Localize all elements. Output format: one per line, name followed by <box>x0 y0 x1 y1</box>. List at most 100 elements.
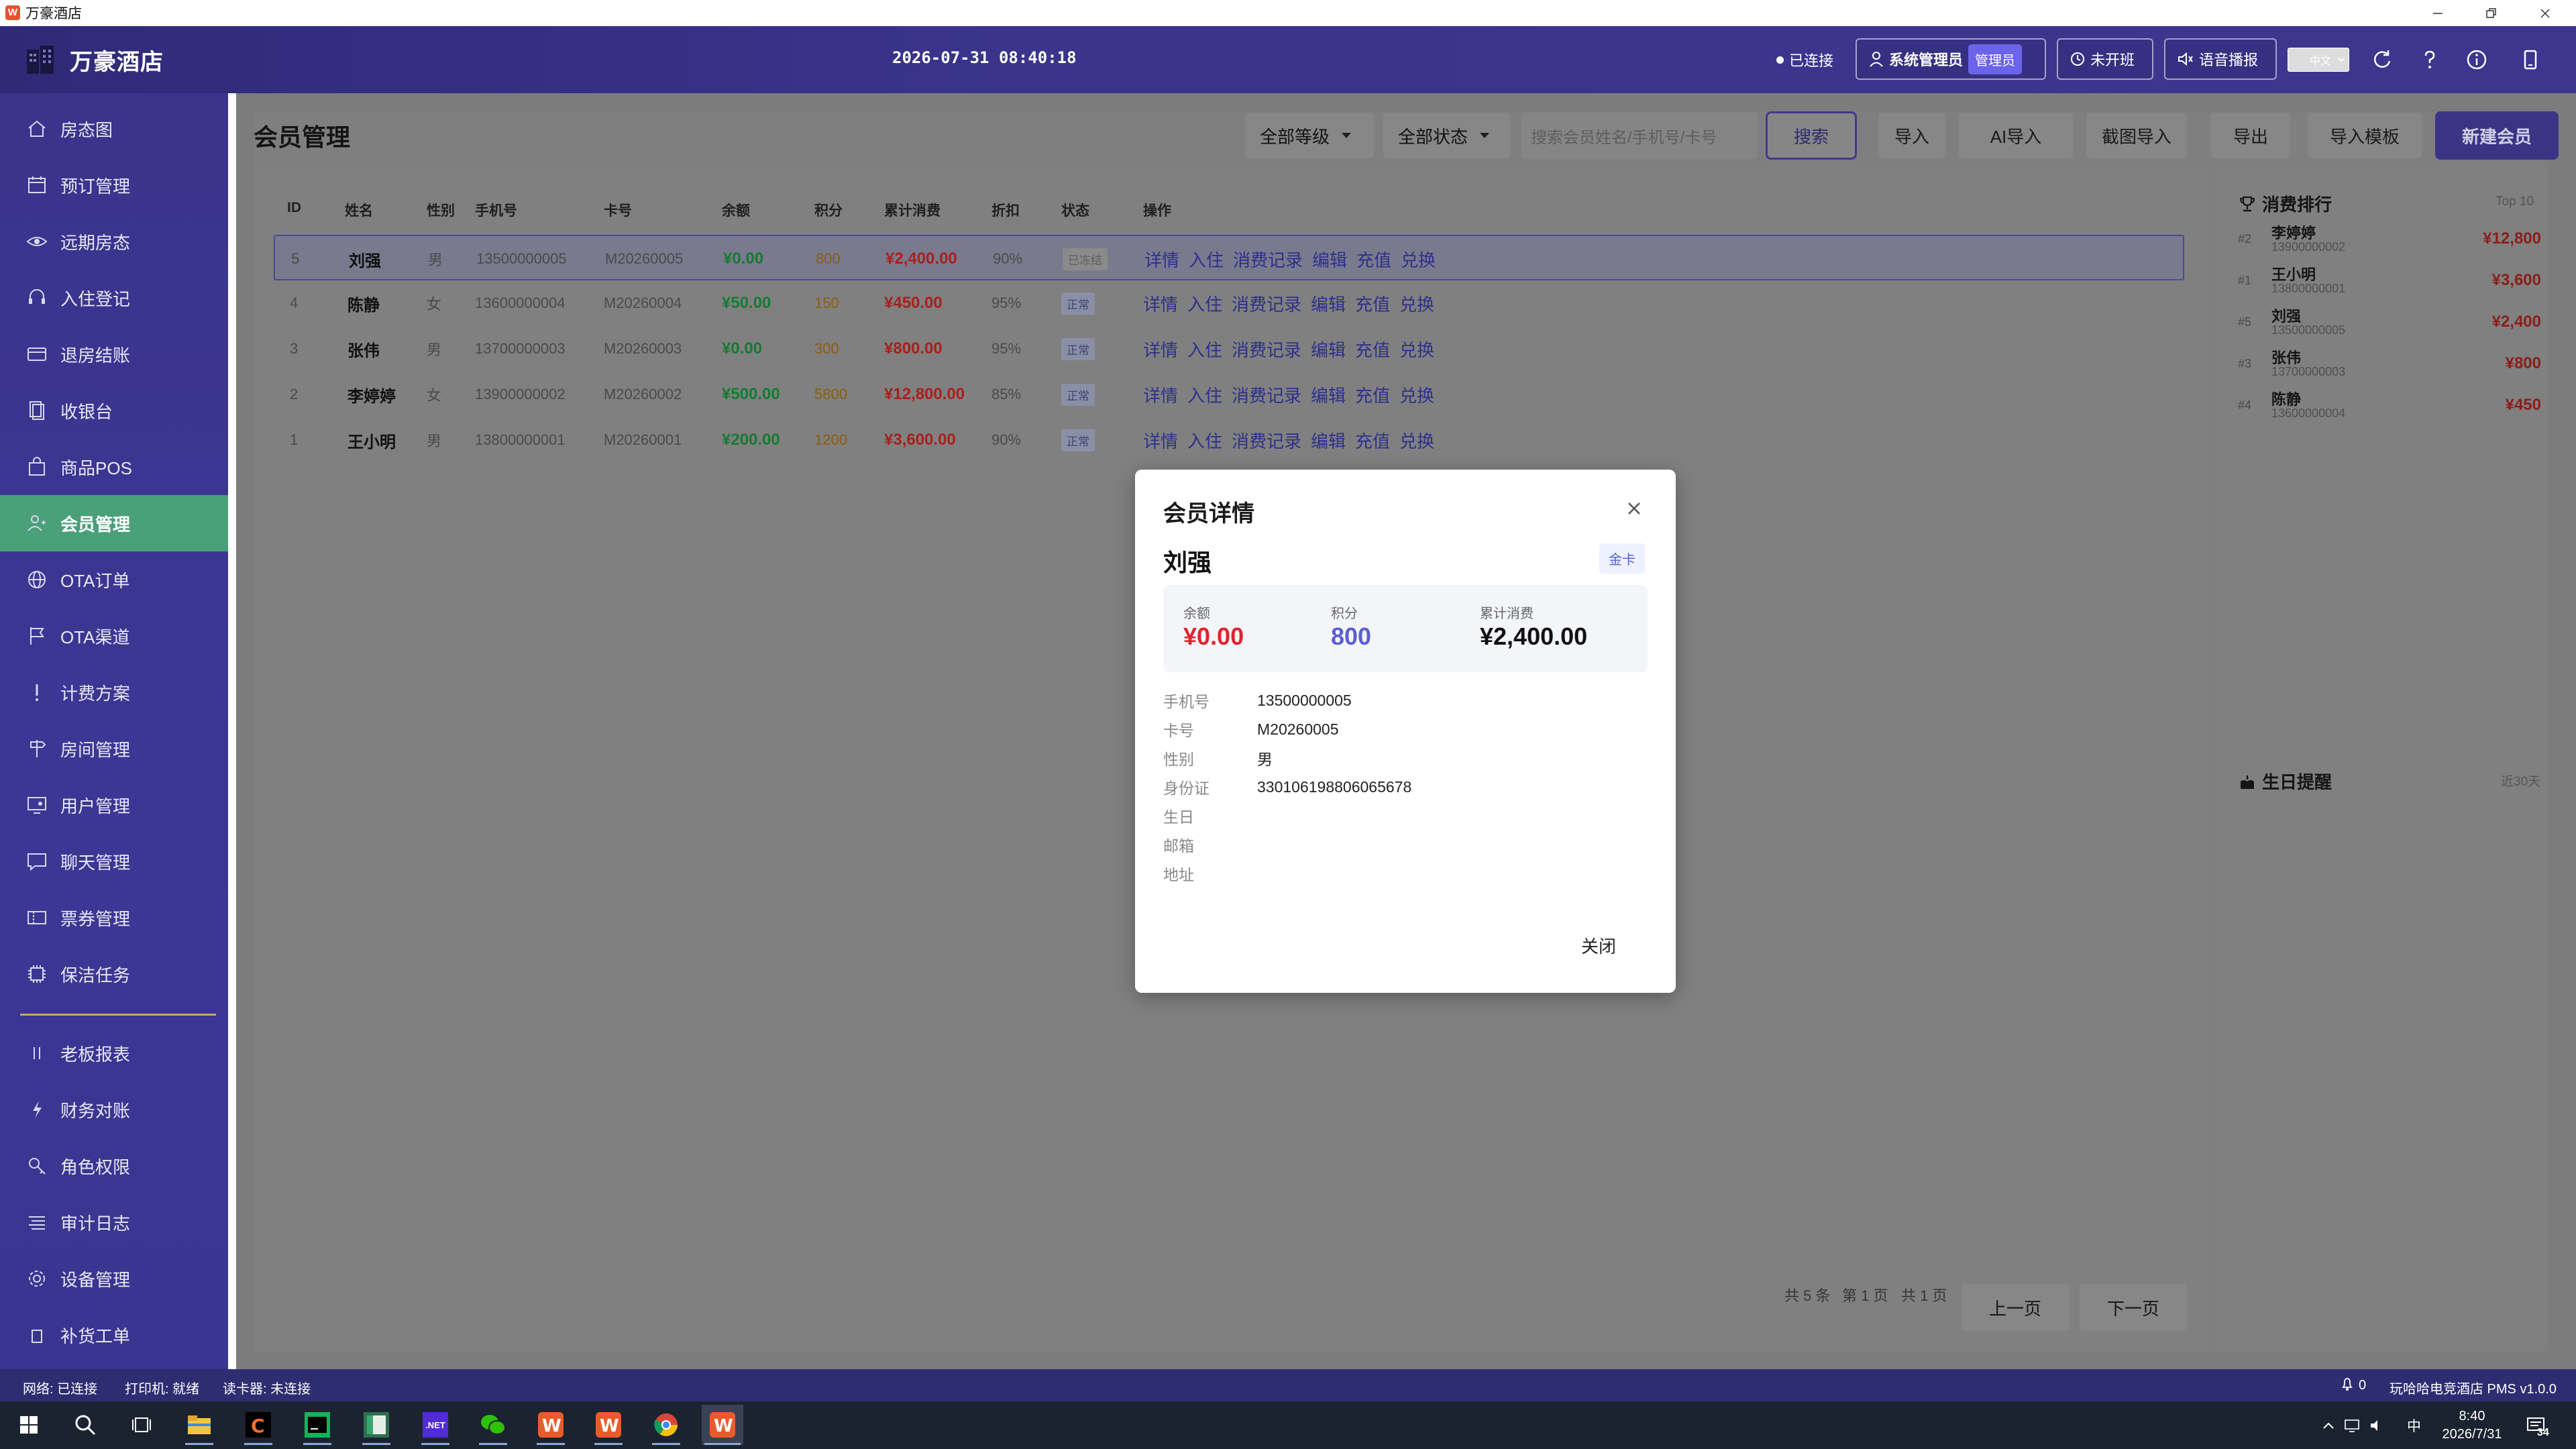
row-action-link[interactable]: 编辑 <box>1311 337 1346 362</box>
row-action-link[interactable]: 消费记录 <box>1232 291 1301 316</box>
help-icon[interactable] <box>2418 48 2442 72</box>
ai-import-button[interactable]: AI导入 <box>1959 113 2073 158</box>
sidebar-item-12[interactable]: 用户管理 <box>0 777 228 833</box>
sidebar-item-15[interactable]: 保洁任务 <box>0 946 228 1002</box>
row-action-link[interactable]: 消费记录 <box>1232 428 1301 453</box>
sidebar-item-2[interactable]: 远期房态 <box>0 213 228 270</box>
sidebar-item-7[interactable]: 会员管理 <box>0 495 228 551</box>
table-row[interactable]: 5 刘强 男 13500000005 M20260005 ¥0.00 800 ¥2,400.0… <box>274 235 2184 280</box>
sidebar-item-16[interactable]: 老板报表 <box>0 1025 228 1081</box>
close-icon[interactable] <box>1625 499 1644 518</box>
language-select[interactable]: 中文 <box>2288 48 2349 72</box>
row-action-link[interactable]: 详情 <box>1143 428 1178 453</box>
sidebar-scrollbar[interactable] <box>228 93 236 1140</box>
refresh-icon[interactable] <box>2371 48 2395 72</box>
sidebar-item-18[interactable]: 角色权限 <box>0 1138 228 1194</box>
row-action-link[interactable]: 编辑 <box>1311 291 1346 316</box>
row-action-link[interactable]: 消费记录 <box>1232 337 1301 362</box>
row-action-link[interactable]: 入住 <box>1189 247 1224 272</box>
jetbrains-icon[interactable]: C <box>237 1405 279 1445</box>
row-action-link[interactable]: 入住 <box>1187 337 1222 362</box>
row-action-link[interactable]: 详情 <box>1143 291 1178 316</box>
row-action-link[interactable]: 详情 <box>1143 382 1178 407</box>
sidebar-item-14[interactable]: 票券管理 <box>0 890 228 946</box>
file-explorer-icon[interactable] <box>178 1405 220 1445</box>
table-row[interactable]: 3 张伟 男 13700000003 M20260003 ¥0.00 300 ¥800.00 9… <box>274 326 2184 372</box>
screenshot-import-button[interactable]: 截图导入 <box>2086 113 2187 158</box>
sidebar-item-0[interactable]: 房态图 <box>0 101 228 157</box>
minimize-button[interactable] <box>2411 0 2465 26</box>
status-filter-select[interactable]: 全部状态 <box>1383 113 1511 158</box>
row-action-link[interactable]: 入住 <box>1187 291 1222 316</box>
app-w-icon-2[interactable]: W <box>588 1405 629 1445</box>
sidebar-item-10[interactable]: 计费方案 <box>0 664 228 720</box>
row-action-link[interactable]: 入住 <box>1187 382 1222 407</box>
modal-close-button[interactable]: 关闭 <box>1548 922 1649 969</box>
row-action-link[interactable]: 入住 <box>1187 428 1222 453</box>
voice-broadcast-button[interactable]: 语音播报 <box>2164 38 2277 80</box>
notification-center-icon[interactable]: 34 <box>2526 1401 2549 1449</box>
ranking-item[interactable]: #1 王小明 13800000001 ¥3,600 <box>2238 260 2541 302</box>
info-icon[interactable] <box>2465 48 2489 72</box>
wechat-icon[interactable] <box>472 1405 514 1445</box>
ranking-item[interactable]: #3 张伟 13700000003 ¥800 <box>2238 343 2541 385</box>
user-menu-button[interactable]: 系统管理员 管理员 <box>1856 38 2046 80</box>
sidebar-item-1[interactable]: 预订管理 <box>0 157 228 213</box>
row-action-link[interactable]: 编辑 <box>1311 382 1346 407</box>
table-row[interactable]: 2 李婷婷 女 13900000002 M20260002 ¥500.00 5800 ¥12,… <box>274 372 2184 417</box>
taskbar-clock[interactable]: 8:40 2026/7/31 <box>2435 1401 2509 1449</box>
restore-button[interactable] <box>2465 0 2518 26</box>
sidebar-item-21[interactable]: 补货工单 <box>0 1307 228 1363</box>
sidebar-item-3[interactable]: 入住登记 <box>0 270 228 326</box>
sidebar-item-4[interactable]: 退房结账 <box>0 326 228 382</box>
row-action-link[interactable]: 充值 <box>1355 291 1390 316</box>
sidebar-item-11[interactable]: 房间管理 <box>0 720 228 777</box>
app-w-icon[interactable]: W <box>530 1405 572 1445</box>
tablet-icon[interactable] <box>2518 48 2542 72</box>
search-icon[interactable] <box>64 1405 106 1445</box>
ime-indicator[interactable]: 中 <box>2407 1401 2421 1449</box>
sidebar-item-17[interactable]: 财务对账 <box>0 1081 228 1138</box>
chrome-icon[interactable] <box>645 1405 687 1445</box>
notebook-icon[interactable] <box>356 1405 397 1445</box>
prev-page-button[interactable]: 上一页 <box>1962 1284 2069 1331</box>
row-action-link[interactable]: 充值 <box>1356 247 1391 272</box>
table-row[interactable]: 1 王小明 男 13800000001 M20260001 ¥200.00 1200 ¥3,6… <box>274 417 2184 463</box>
row-action-link[interactable]: 兑换 <box>1399 428 1434 453</box>
app-w-active-icon[interactable]: W <box>702 1405 743 1445</box>
table-row[interactable]: 4 陈静 女 13600000004 M20260004 ¥50.00 150 ¥450.00… <box>274 280 2184 326</box>
sidebar-item-5[interactable]: 收银台 <box>0 382 228 439</box>
row-action-link[interactable]: 兑换 <box>1401 247 1436 272</box>
sidebar-item-20[interactable]: 设备管理 <box>0 1250 228 1307</box>
row-action-link[interactable]: 兑换 <box>1399 337 1434 362</box>
bell-icon[interactable] <box>2341 1377 2353 1391</box>
sidebar-item-9[interactable]: OTA渠道 <box>0 608 228 664</box>
row-action-link[interactable]: 编辑 <box>1311 428 1346 453</box>
dotnet-icon[interactable]: .NET <box>415 1405 456 1445</box>
row-action-link[interactable]: 详情 <box>1144 247 1179 272</box>
row-action-link[interactable]: 充值 <box>1355 337 1390 362</box>
row-action-link[interactable]: 消费记录 <box>1232 382 1301 407</box>
close-window-button[interactable] <box>2518 0 2572 26</box>
export-button[interactable]: 导出 <box>2211 113 2290 158</box>
row-action-link[interactable]: 详情 <box>1143 337 1178 362</box>
row-action-link[interactable]: 充值 <box>1355 382 1390 407</box>
sidebar-item-19[interactable]: 审计日志 <box>0 1194 228 1250</box>
sidebar-item-13[interactable]: 聊天管理 <box>0 833 228 890</box>
row-action-link[interactable]: 消费记录 <box>1233 247 1303 272</box>
row-action-link[interactable]: 兑换 <box>1399 382 1434 407</box>
search-input[interactable]: 搜索会员姓名/手机号/卡号 <box>1521 113 1758 158</box>
ranking-item[interactable]: #2 李婷婷 13900000002 ¥12,800 <box>2238 219 2541 260</box>
row-action-link[interactable]: 编辑 <box>1312 247 1347 272</box>
ranking-item[interactable]: #5 刘强 13500000005 ¥2,400 <box>2238 302 2541 343</box>
task-view-icon[interactable] <box>121 1405 162 1445</box>
windows-start-icon[interactable] <box>8 1405 50 1445</box>
import-button[interactable]: 导入 <box>1878 113 1945 158</box>
ranking-item[interactable]: #4 陈静 13600000004 ¥450 <box>2238 385 2541 427</box>
sidebar-item-6[interactable]: 商品POS <box>0 439 228 495</box>
terminal-icon[interactable] <box>297 1405 338 1445</box>
search-button[interactable]: 搜索 <box>1766 111 1857 160</box>
row-action-link[interactable]: 充值 <box>1355 428 1390 453</box>
shift-button[interactable]: 未开班 <box>2057 38 2153 80</box>
row-action-link[interactable]: 兑换 <box>1399 291 1434 316</box>
